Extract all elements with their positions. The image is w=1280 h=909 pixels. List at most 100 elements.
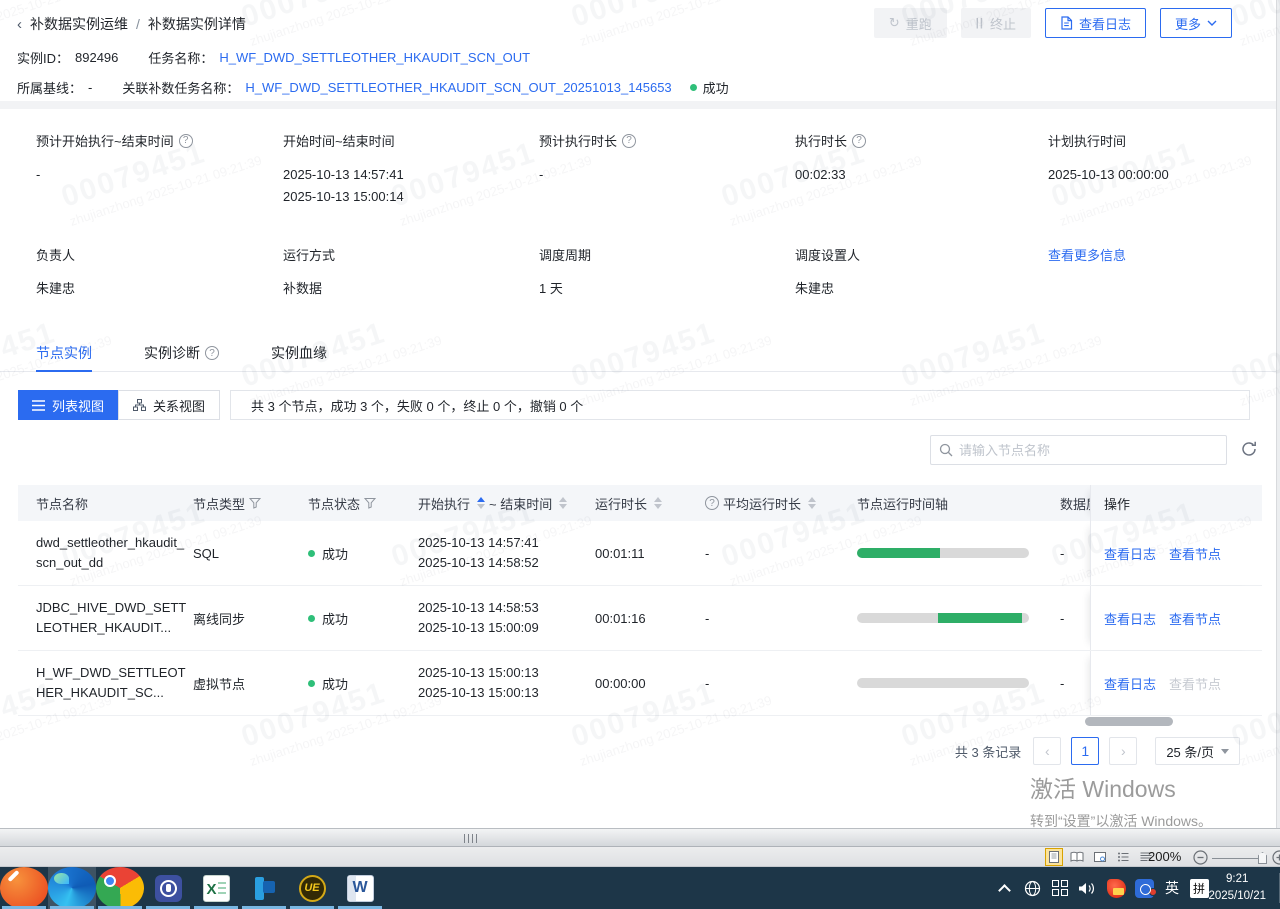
node-table: 节点名称 节点类型 节点状态 开始执行 ~ 结束时间 运行时长 ? 平均 [18,485,1262,716]
zoom-in-icon[interactable] [1272,850,1280,868]
field-planned-time: 计划执行时间 2025-10-13 00:00:00 [1048,131,1169,186]
web-layout-icon[interactable] [1092,849,1108,865]
view-log-link[interactable]: 查看日志 [1104,609,1156,628]
terminate-button[interactable]: || 终止 [961,8,1031,38]
field-schedule-cycle: 调度周期 1 天 [539,245,591,300]
notification-badge [1149,888,1157,896]
zoom-out-icon[interactable] [1193,850,1208,868]
sort-icon[interactable] [808,497,816,509]
more-label: 更多 [1175,14,1201,33]
mail-app-icon[interactable] [1104,867,1128,909]
field-run-mode: 运行方式 补数据 [283,245,335,300]
node-name: H_WF_DWD_SETTLEOTHER_HKAUDIT_SC... [36,663,188,703]
view-log-link[interactable]: 查看日志 [1104,544,1156,563]
chrome-browser-button[interactable] [96,867,144,909]
view-node-link[interactable]: 查看节点 [1169,609,1221,628]
zoom-slider-handle[interactable] [1258,852,1267,864]
view-node-link: 查看节点 [1169,674,1221,693]
instance-details: 预计开始执行~结束时间? - 开始时间~结束时间 2025-10-13 14:5… [0,109,1280,333]
relation-view-button[interactable]: 关系视图 [118,390,220,420]
edge-browser-button[interactable] [48,867,96,909]
tree-icon [133,399,146,411]
print-layout-icon[interactable] [1046,849,1062,865]
field-expected-time: 预计开始执行~结束时间? - [36,131,193,186]
page-number-button[interactable]: 1 [1071,737,1099,765]
field-duration: 执行时长? 00:02:33 [795,131,866,186]
scrollbar-grip-icon[interactable] [464,834,477,843]
breadcrumb: ‹ 补数据实例运维 / 补数据实例详情 [17,14,246,34]
back-icon[interactable]: ‹ [17,16,22,33]
flag-app-button[interactable] [240,867,288,909]
tab-instance-diagnosis[interactable]: 实例诊断? [144,345,219,371]
section-divider [0,101,1280,109]
paint-app-button[interactable] [0,867,48,909]
search-input[interactable] [959,443,1218,458]
rerun-label: 重跑 [906,14,932,33]
notification-app-icon[interactable] [1132,867,1156,909]
help-icon[interactable]: ? [705,496,719,510]
sort-icon[interactable] [477,497,485,509]
taskbar-clock[interactable]: 9:21 2025/10/21 [1208,867,1266,909]
task-name-link[interactable]: H_WF_DWD_SETTLEOTHER_HKAUDIT_SCN_OUT [219,50,530,65]
col-avg: 平均运行时长 [723,494,801,513]
excel-button[interactable]: X [192,867,240,909]
ultraedit-button[interactable]: UE [288,867,336,909]
tray-expand-button[interactable] [992,867,1016,909]
tab-instance-lineage[interactable]: 实例血缘 [271,345,327,371]
page-size-select[interactable]: 25 条/页 [1155,737,1240,765]
view-more-link[interactable]: 查看更多信息 [1048,245,1126,264]
data-quality-value: - [1060,676,1064,691]
col-type: 节点类型 [193,494,245,513]
next-page-button[interactable]: › [1109,737,1137,765]
view-log-link[interactable]: 查看日志 [1104,674,1156,693]
word-status-bar: 200% [0,847,1280,867]
tab-bar: 节点实例 实例诊断? 实例血缘 [0,345,1280,372]
search-row [0,435,1280,465]
view-log-button[interactable]: 查看日志 [1045,8,1146,38]
node-type: 虚拟节点 [193,674,245,693]
outline-view-icon[interactable] [1115,849,1131,865]
network-status-icon[interactable] [1020,867,1044,909]
col-status: 节点状态 [308,494,360,513]
timeline-bar [857,548,1029,558]
filter-icon[interactable] [249,497,261,509]
zoom-slider-track[interactable] [1212,858,1258,859]
terminate-icon: || [976,17,984,29]
node-type: 离线同步 [193,609,245,628]
help-icon[interactable]: ? [622,134,636,148]
related-task-link[interactable]: H_WF_DWD_SETTLEOTHER_HKAUDIT_SCN_OUT_202… [245,80,671,95]
view-mode-buttons [1046,849,1154,865]
table-row: dwd_settleother_hkaudit_scn_out_dd SQL 成… [18,521,1262,586]
ime-language-indicator[interactable]: 英 [1160,867,1184,909]
node-summary-bar: 共 3 个节点，成功 3 个，失败 0 个，终止 0 个，撤销 0 个 [230,390,1250,420]
instance-status: 成功 [703,78,729,97]
word-button[interactable]: W [336,867,384,909]
view-node-link[interactable]: 查看节点 [1169,544,1221,563]
chrome-icon [96,867,144,909]
list-view-button[interactable]: 列表视图 [18,390,118,420]
volume-icon[interactable] [1074,867,1100,909]
messaging-app-button[interactable] [144,867,192,909]
zoom-level[interactable]: 200% [1148,849,1181,864]
help-icon[interactable]: ? [205,346,219,360]
more-button[interactable]: 更多 [1160,8,1232,38]
help-icon[interactable]: ? [852,134,866,148]
refresh-icon[interactable] [1240,440,1260,460]
field-schedule-setter: 调度设置人 朱建忠 [795,245,860,300]
chevron-up-icon [998,884,1011,897]
read-mode-icon[interactable] [1069,849,1085,865]
breadcrumb-parent[interactable]: 补数据实例运维 [30,14,128,34]
help-icon[interactable]: ? [179,134,193,148]
sort-icon[interactable] [654,497,662,509]
prev-page-button[interactable]: ‹ [1033,737,1061,765]
tray-time: 9:21 [1226,871,1248,888]
horizontal-scrollbar-thumb[interactable] [1085,717,1173,726]
windows-tray-icon[interactable] [1048,867,1072,909]
tab-node-instance[interactable]: 节点实例 [36,345,92,371]
sort-icon[interactable] [559,497,567,509]
filter-icon[interactable] [364,497,376,509]
success-dot-icon [308,615,315,622]
rerun-button[interactable]: ↻ 重跑 [874,8,947,38]
data-quality-value: - [1060,546,1064,561]
document-icon [1060,16,1073,30]
